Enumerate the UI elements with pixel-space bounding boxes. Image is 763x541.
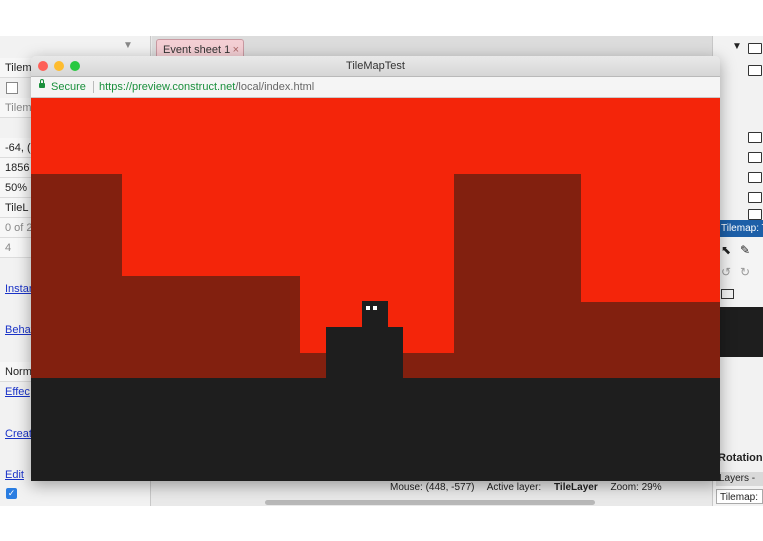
game-canvas[interactable] xyxy=(31,98,720,481)
hill-tile-right xyxy=(454,174,581,384)
active-layer-label: Active layer: xyxy=(486,482,542,493)
rotation-label: Rotation xyxy=(718,452,763,464)
hill-tile-left-step xyxy=(122,276,300,384)
rotate-left-icon[interactable]: ↺ xyxy=(721,265,731,279)
tree-expand-icon[interactable]: ▼ xyxy=(732,41,742,52)
url-text[interactable]: https://preview.construct.net/local/inde… xyxy=(99,77,314,97)
property-checkbox-unchecked[interactable] xyxy=(6,82,18,94)
player-eye xyxy=(373,306,377,310)
tab-label: Event sheet 1 xyxy=(163,44,231,56)
folder-icon[interactable] xyxy=(748,43,762,54)
bottom-strip xyxy=(0,506,763,541)
address-bar[interactable]: Secure https://preview.construct.net/loc… xyxy=(31,77,720,98)
mouse-coordinates: Mouse: (448, -577) xyxy=(390,482,475,493)
url-host: https://preview.construct.net xyxy=(99,81,236,93)
folder-icon[interactable] xyxy=(748,209,762,220)
folder-icon[interactable] xyxy=(748,192,762,203)
title-bar: TileMapTest xyxy=(31,56,720,77)
active-layer: Active layer: TileLayer xyxy=(487,482,598,493)
player-character xyxy=(362,301,388,328)
horizontal-scrollbar[interactable] xyxy=(265,500,595,505)
pencil-tool-icon[interactable]: ✎ xyxy=(740,243,750,257)
tab-layers[interactable]: Layers - xyxy=(716,472,763,486)
folder-icon[interactable] xyxy=(721,289,734,299)
tilemap-tools: ⬉ ✎ ↺ ↻ xyxy=(718,237,763,307)
tilemap-bar-header: Tilemap: T xyxy=(718,220,763,237)
effects-link[interactable]: Effec xyxy=(5,386,30,398)
create-link[interactable]: Creat xyxy=(5,428,32,440)
tab-tilemap[interactable]: Tilemap: xyxy=(716,489,763,504)
panel-dropdown-icon[interactable]: ▼ xyxy=(123,40,133,51)
folder-icon[interactable] xyxy=(748,132,762,143)
property-checkbox[interactable]: ✓ xyxy=(6,488,17,499)
folder-icon[interactable] xyxy=(748,172,762,183)
player-eye xyxy=(366,306,370,310)
secure-label: Secure xyxy=(51,81,86,93)
rotate-right-icon[interactable]: ↻ xyxy=(740,265,750,279)
folder-icon[interactable] xyxy=(748,65,762,76)
ground-block xyxy=(326,327,403,378)
browser-window: TileMapTest Secure https://preview.const… xyxy=(31,56,720,481)
status-bar: Mouse: (448, -577) Active layer: TileLay… xyxy=(390,480,712,496)
pointer-tool-icon[interactable]: ⬉ xyxy=(721,243,731,257)
ground-tiles xyxy=(31,378,720,481)
edit-link[interactable]: Edit xyxy=(5,469,24,481)
instance-variables-link[interactable]: Instar xyxy=(5,283,33,295)
tile-preview[interactable] xyxy=(718,307,763,357)
url-separator xyxy=(93,81,94,93)
window-title: TileMapTest xyxy=(346,60,405,72)
active-layer-value: TileLayer xyxy=(553,482,598,493)
folder-icon[interactable] xyxy=(748,152,762,163)
zoom-level: Zoom: 29% xyxy=(610,482,662,493)
top-strip xyxy=(0,0,763,36)
lock-icon xyxy=(39,79,45,88)
hill-tile-right-step xyxy=(581,302,720,384)
hill-tile-left xyxy=(31,174,122,384)
url-path: /local/index.html xyxy=(235,81,315,93)
